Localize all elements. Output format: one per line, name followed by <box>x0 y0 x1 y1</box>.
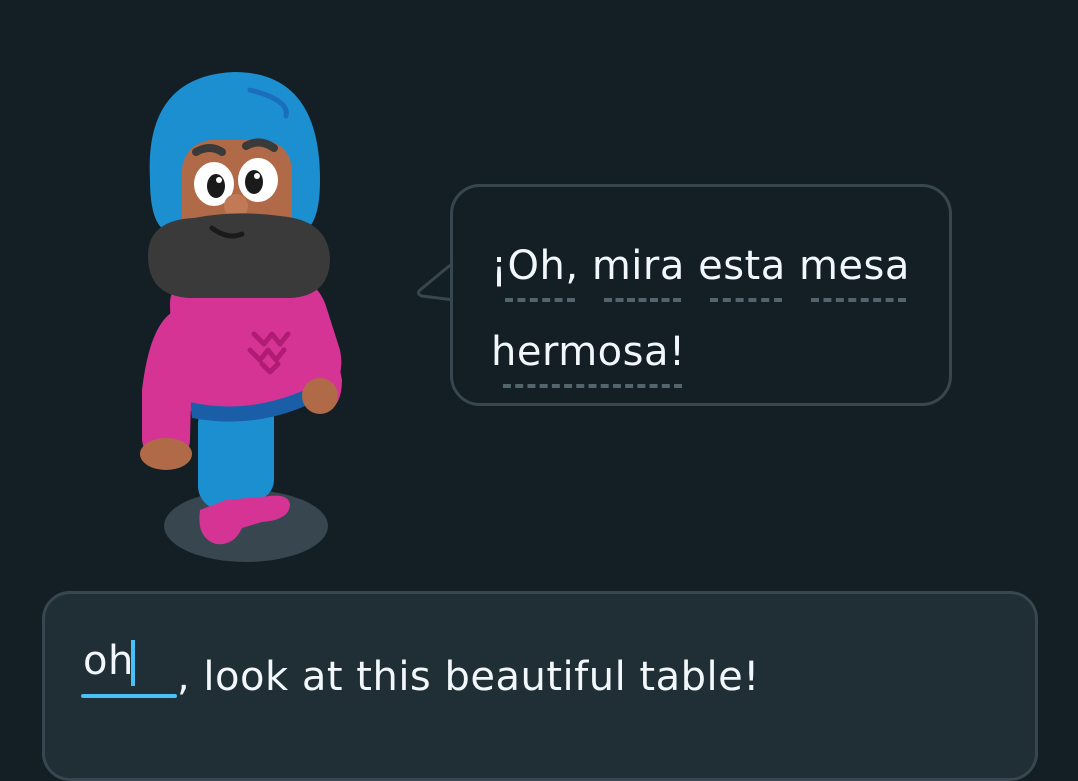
answer-panel: oh , look at this beautiful table! <box>42 591 1038 781</box>
speech-bubble: ¡Oh, mira esta mesa hermosa! <box>450 184 952 406</box>
text-caret <box>131 640 135 686</box>
hint-word[interactable]: mira <box>592 240 685 302</box>
hint-word[interactable]: mesa <box>799 240 910 302</box>
character-illustration <box>130 60 360 570</box>
answer-blank-value: oh <box>83 638 134 684</box>
hint-word[interactable]: esta <box>698 240 786 302</box>
answer-sentence: oh , look at this beautiful table! <box>81 632 760 706</box>
blank-underline <box>81 694 177 698</box>
hint-word[interactable]: hermosa! <box>491 326 686 388</box>
sentence-remainder: , look at this beautiful table! <box>177 654 760 700</box>
answer-blank-input[interactable]: oh <box>81 632 177 698</box>
hint-word[interactable]: ¡Oh, <box>491 240 579 302</box>
speech-bubble-text: ¡Oh, mira esta mesa hermosa! <box>491 223 919 395</box>
